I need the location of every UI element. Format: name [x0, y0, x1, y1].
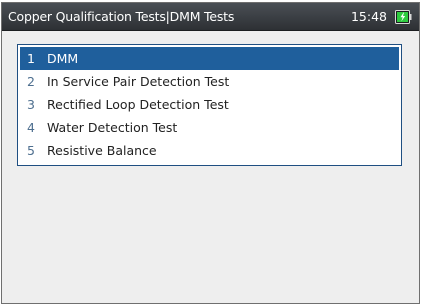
app-screen: Copper Qualification Tests|DMM Tests 15:… [1, 2, 420, 304]
menu-item-label: In Service Pair Detection Test [47, 74, 230, 89]
menu-item-rectified-loop-detection[interactable]: 3 Rectified Loop Detection Test [20, 93, 399, 116]
menu-item-label: Rectified Loop Detection Test [47, 97, 229, 112]
menu-item-label: DMM [47, 51, 79, 66]
clock: 15:48 [350, 9, 387, 24]
test-menu-list: 1 DMM 2 In Service Pair Detection Test 3… [17, 44, 402, 166]
menu-item-number: 1 [27, 51, 35, 66]
title-bar: Copper Qualification Tests|DMM Tests 15:… [2, 3, 419, 31]
menu-item-water-detection[interactable]: 4 Water Detection Test [20, 116, 399, 139]
menu-item-number: 5 [27, 143, 35, 158]
menu-item-number: 4 [27, 120, 35, 135]
menu-item-resistive-balance[interactable]: 5 Resistive Balance [20, 139, 399, 162]
device-frame: Copper Qualification Tests|DMM Tests 15:… [0, 0, 423, 307]
menu-item-dmm[interactable]: 1 DMM [20, 47, 399, 70]
menu-item-number: 2 [27, 74, 35, 89]
menu-item-number: 3 [27, 97, 35, 112]
menu-item-label: Resistive Balance [47, 143, 157, 158]
menu-item-label: Water Detection Test [47, 120, 178, 135]
window-title: Copper Qualification Tests|DMM Tests [8, 9, 235, 24]
battery-charging-icon [395, 9, 412, 24]
menu-item-in-service-pair-detection[interactable]: 2 In Service Pair Detection Test [20, 70, 399, 93]
